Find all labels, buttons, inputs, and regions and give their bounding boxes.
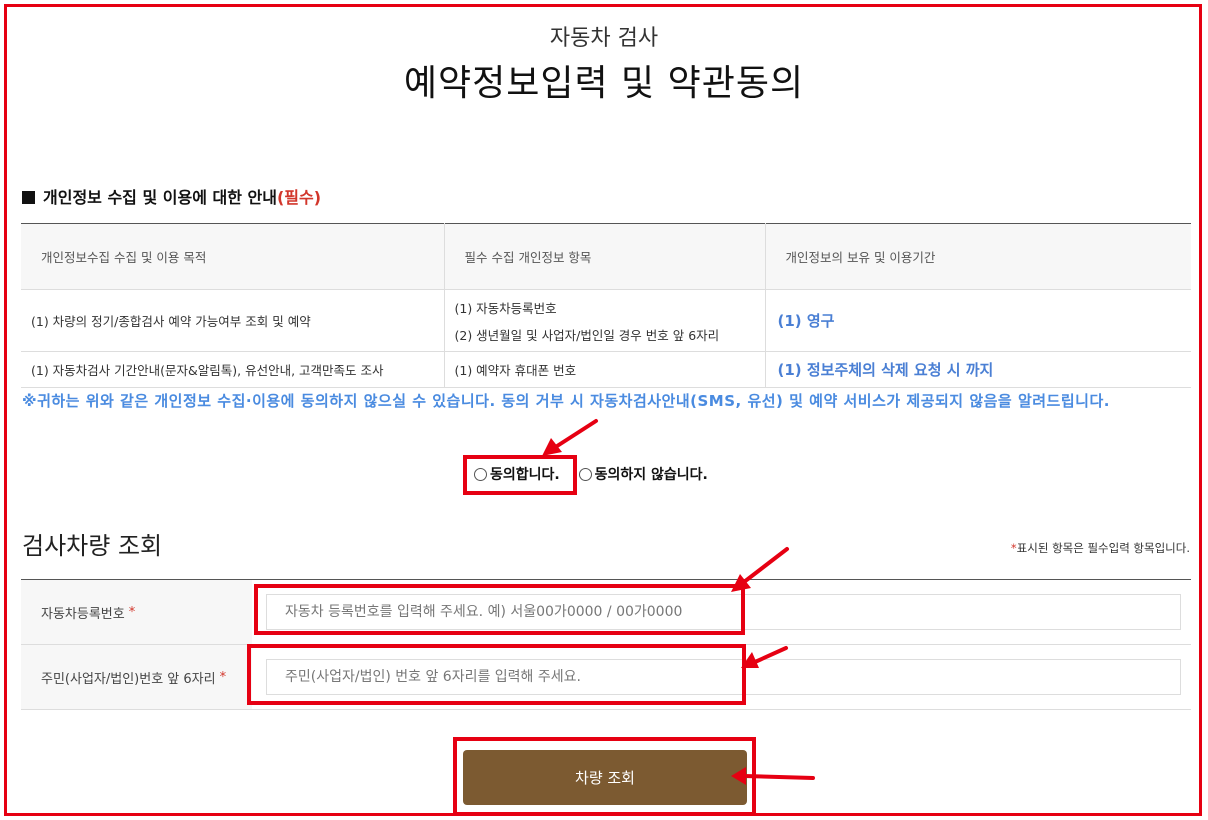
agree-label: 동의합니다.	[490, 467, 560, 483]
vehicle-search-title: 검사차량 조회	[22, 532, 163, 560]
agree-radio-option[interactable]: 동의합니다.	[474, 464, 560, 484]
required-note-text: 표시된 항목은 필수입력 항목입니다.	[1016, 541, 1190, 555]
column-header-items: 필수 수집 개인정보 항목	[444, 223, 766, 290]
item-line: (2) 생년월일 및 사업자/법인일 경우 번호 앞 6자리	[454, 327, 720, 343]
privacy-info-table: 개인정보수집 수집 및 이용 목적 필수 수집 개인정보 항목 개인정보의 보유…	[21, 223, 1191, 388]
items-cell: (1) 자동차등록번호 (2) 생년월일 및 사업자/법인일 경우 번호 앞 6…	[444, 289, 766, 352]
registration-label-text: 자동차등록번호	[41, 606, 125, 622]
id-number-label-text: 주민(사업자/법인)번호 앞 6자리	[41, 671, 216, 687]
disagree-radio-option[interactable]: 동의하지 않습니다.	[578, 464, 708, 484]
items-cell: (1) 예약자 휴대폰 번호	[444, 351, 766, 388]
column-header-period: 개인정보의 보유 및 이용기간	[765, 223, 1191, 290]
purpose-cell: (1) 자동차검사 기간안내(문자&알림톡), 유선안내, 고객만족도 조사	[21, 351, 445, 388]
registration-number-input[interactable]	[266, 594, 1181, 630]
registration-label: 자동차등록번호 *	[21, 580, 252, 644]
id-number-label: 주민(사업자/법인)번호 앞 6자리 *	[21, 645, 252, 709]
registration-field-wrap	[252, 594, 1191, 630]
required-tag: (필수)	[276, 188, 322, 207]
purpose-cell: (1) 차량의 정기/종합검사 예약 가능여부 조회 및 예약	[21, 289, 445, 352]
id-number-field-wrap	[252, 659, 1191, 695]
vehicle-search-form: 자동차등록번호* 주민(사업자/법인)번호 앞 6자리*	[21, 579, 1191, 710]
privacy-heading-text: 개인정보 수집 및 이용에 대한 안내	[43, 188, 277, 207]
consent-refusal-notice: ※귀하는 위와 같은 개인정보 수집·이용에 동의하지 않으실 수 있습니다. …	[22, 392, 1110, 410]
disagree-label: 동의하지 않습니다.	[594, 467, 708, 483]
required-star: *	[128, 604, 136, 620]
required-fields-note: *표시된 항목은 필수입력 항목입니다.	[1011, 540, 1190, 556]
id-number-input[interactable]	[266, 659, 1181, 695]
table-row: (1) 자동차검사 기간안내(문자&알림톡), 유선안내, 고객만족도 조사 (…	[21, 351, 1191, 388]
form-row-registration: 자동차등록번호 *	[21, 580, 1191, 645]
consent-radio-group: 동의합니다. 동의하지 않습니다.	[474, 464, 722, 485]
item-line: (1) 자동차등록번호	[454, 300, 557, 316]
form-row-id-number: 주민(사업자/법인)번호 앞 6자리 *	[21, 645, 1191, 710]
radio-button-disagree[interactable]	[578, 467, 592, 481]
privacy-section-heading: 개인정보 수집 및 이용에 대한 안내(필수)	[22, 184, 321, 208]
page-title: 예약정보입력 및 약관동의	[403, 63, 805, 104]
table-row: (1) 차량의 정기/종합검사 예약 가능여부 조회 및 예약 (1) 자동차등…	[21, 289, 1191, 352]
period-cell: (1) 영구	[765, 289, 1191, 352]
page-subtitle: 자동차 검사	[549, 26, 659, 51]
column-header-purpose: 개인정보수집 수집 및 이용 목적	[21, 223, 445, 290]
vehicle-search-button[interactable]: 차량 조회	[463, 750, 747, 805]
filled-square-icon	[22, 191, 35, 204]
required-star: *	[219, 669, 227, 685]
period-cell: (1) 정보주체의 삭제 요청 시 까지	[765, 351, 1191, 388]
radio-button-agree[interactable]	[474, 467, 487, 481]
